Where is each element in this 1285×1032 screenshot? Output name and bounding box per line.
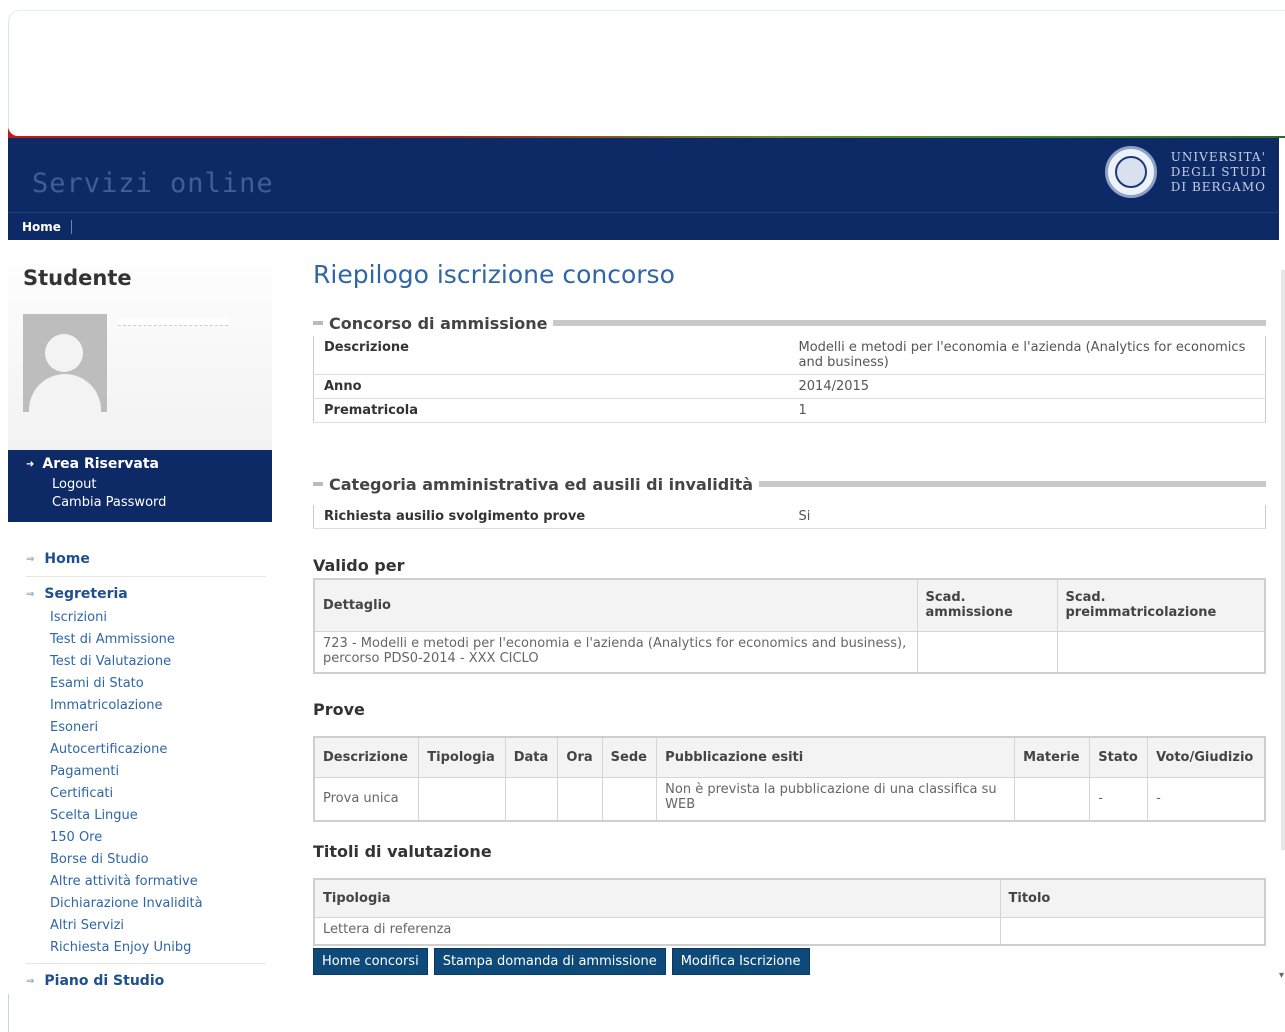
sidebar: Studente ➜ Area Riservata Logout Cambia … <box>8 240 272 1000</box>
sidebar-item-test-ammissione[interactable]: Test di Ammissione <box>50 629 272 651</box>
prove-table: Descrizione Tipologia Data Ora Sede Pubb… <box>313 736 1266 822</box>
change-password-link[interactable]: Cambia Password <box>52 495 272 510</box>
username-redacted <box>118 318 228 326</box>
table-header-row: Tipologia Titolo <box>313 878 1266 918</box>
sidebar-item-pagamenti[interactable]: Pagamenti <box>50 761 272 783</box>
sidebar-item-certificati[interactable]: Certificati <box>50 783 272 805</box>
arrow-right-icon: ⇒ <box>26 975 35 987</box>
table-row: Richiesta ausilio svolgimento prove Si <box>313 505 1266 529</box>
arrow-right-icon: ➜ <box>26 458 35 470</box>
titoli-table: Tipologia Titolo Lettera di referenza <box>313 878 1266 946</box>
valido-title: Valido per <box>313 556 405 575</box>
table-row: Descrizione Modelli e metodi per l'econo… <box>313 336 1266 375</box>
table-row: Prematricola 1 <box>313 398 1266 423</box>
action-buttons: Home concorsi Stampa domanda di ammissio… <box>313 948 810 975</box>
nav-home-link[interactable]: Home <box>22 220 72 234</box>
bottom-blank-area <box>8 994 1285 1032</box>
sidebar-item-immatricolazione[interactable]: Immatricolazione <box>50 695 272 717</box>
categoria-legend: Categoria amministrativa ed ausili di in… <box>313 473 1266 495</box>
arrow-right-icon: ⇒ <box>26 588 35 600</box>
concorso-fieldset: Concorso di ammissione Descrizione Model… <box>313 312 1266 423</box>
sidebar-item-home[interactable]: ⇒ Home <box>26 546 272 572</box>
categoria-fieldset: Categoria amministrativa ed ausili di in… <box>313 473 1266 529</box>
page-title: Riepilogo iscrizione concorso <box>313 260 675 289</box>
concorso-table: Descrizione Modelli e metodi per l'econo… <box>313 336 1266 423</box>
sidebar-item-esoneri[interactable]: Esoneri <box>50 717 272 739</box>
sidebar-item-altri-servizi[interactable]: Altri Servizi <box>50 915 272 937</box>
sidebar-item-autocertificazione[interactable]: Autocertificazione <box>50 739 272 761</box>
divider <box>26 576 266 577</box>
divider <box>26 963 266 964</box>
table-row: 723 - Modelli e metodi per l'economia e … <box>313 630 1266 674</box>
sidebar-menu: ⇒ Home ⇒ Segreteria Iscrizioni Test di A… <box>8 522 272 994</box>
concorso-legend: Concorso di ammissione <box>313 312 1266 334</box>
sidebar-item-altre-attivita[interactable]: Altre attività formative <box>50 871 272 893</box>
prove-title: Prove <box>313 700 365 719</box>
stampa-domanda-button[interactable]: Stampa domanda di ammissione <box>433 948 666 975</box>
sidebar-item-150-ore[interactable]: 150 Ore <box>50 827 272 849</box>
sidebar-item-dichiarazione-invalidita[interactable]: Dichiarazione Invalidità <box>50 893 272 915</box>
sidebar-item-piano-studio[interactable]: ⇒ Piano di Studio <box>26 968 272 994</box>
university-name: UNIVERSITA' DEGLI STUDI DI BERGAMO <box>1170 149 1267 194</box>
sidebar-item-borse-studio[interactable]: Borse di Studio <box>50 849 272 871</box>
sidebar-item-iscrizioni[interactable]: Iscrizioni <box>50 607 272 629</box>
page-scrollbar[interactable] <box>1279 130 1285 1000</box>
table-header-row: Dettaglio Scad. ammissione Scad. preimma… <box>313 578 1266 632</box>
area-riservata-heading: ➜ Area Riservata <box>26 456 159 472</box>
sidebar-item-esami-stato[interactable]: Esami di Stato <box>50 673 272 695</box>
site-header: Servizi online UNIVERSITA' DEGLI STUDI D… <box>8 138 1279 212</box>
student-box: Studente <box>8 240 272 450</box>
top-navbar: Home <box>8 212 1279 240</box>
top-blank-area <box>8 10 1285 136</box>
sidebar-item-test-valutazione[interactable]: Test di Valutazione <box>50 651 272 673</box>
table-header-row: Descrizione Tipologia Data Ora Sede Pubb… <box>313 736 1266 778</box>
table-row: Lettera di referenza <box>313 916 1266 946</box>
modifica-iscrizione-button[interactable]: Modifica Iscrizione <box>671 948 810 975</box>
logout-link[interactable]: Logout <box>52 477 272 492</box>
sidebar-title: Studente <box>23 266 132 290</box>
site-title: Servizi online <box>32 168 274 199</box>
sidebar-item-scelta-lingue[interactable]: Scelta Lingue <box>50 805 272 827</box>
university-seal-icon <box>1104 146 1157 198</box>
scroll-down-icon[interactable]: ▾ <box>1279 970 1284 981</box>
scrollbar-thumb[interactable] <box>1281 270 1285 850</box>
valido-table: Dettaglio Scad. ammissione Scad. preimma… <box>313 578 1266 674</box>
titoli-title: Titoli di valutazione <box>313 842 492 861</box>
sidebar-item-enjoy-unibg[interactable]: Richiesta Enjoy Unibg <box>50 937 272 959</box>
university-logo[interactable]: UNIVERSITA' DEGLI STUDI DI BERGAMO <box>1104 146 1267 198</box>
home-concorsi-button[interactable]: Home concorsi <box>313 948 428 975</box>
arrow-right-icon: ⇒ <box>26 553 35 565</box>
area-riservata-box: ➜ Area Riservata Logout Cambia Password <box>8 450 272 522</box>
categoria-table: Richiesta ausilio svolgimento prove Si <box>313 505 1266 529</box>
table-row: Anno 2014/2015 <box>313 374 1266 399</box>
table-row: Prova unica Non è prevista la pubblicazi… <box>313 776 1266 822</box>
sidebar-item-segreteria[interactable]: ⇒ Segreteria <box>26 581 272 607</box>
avatar <box>23 314 107 412</box>
